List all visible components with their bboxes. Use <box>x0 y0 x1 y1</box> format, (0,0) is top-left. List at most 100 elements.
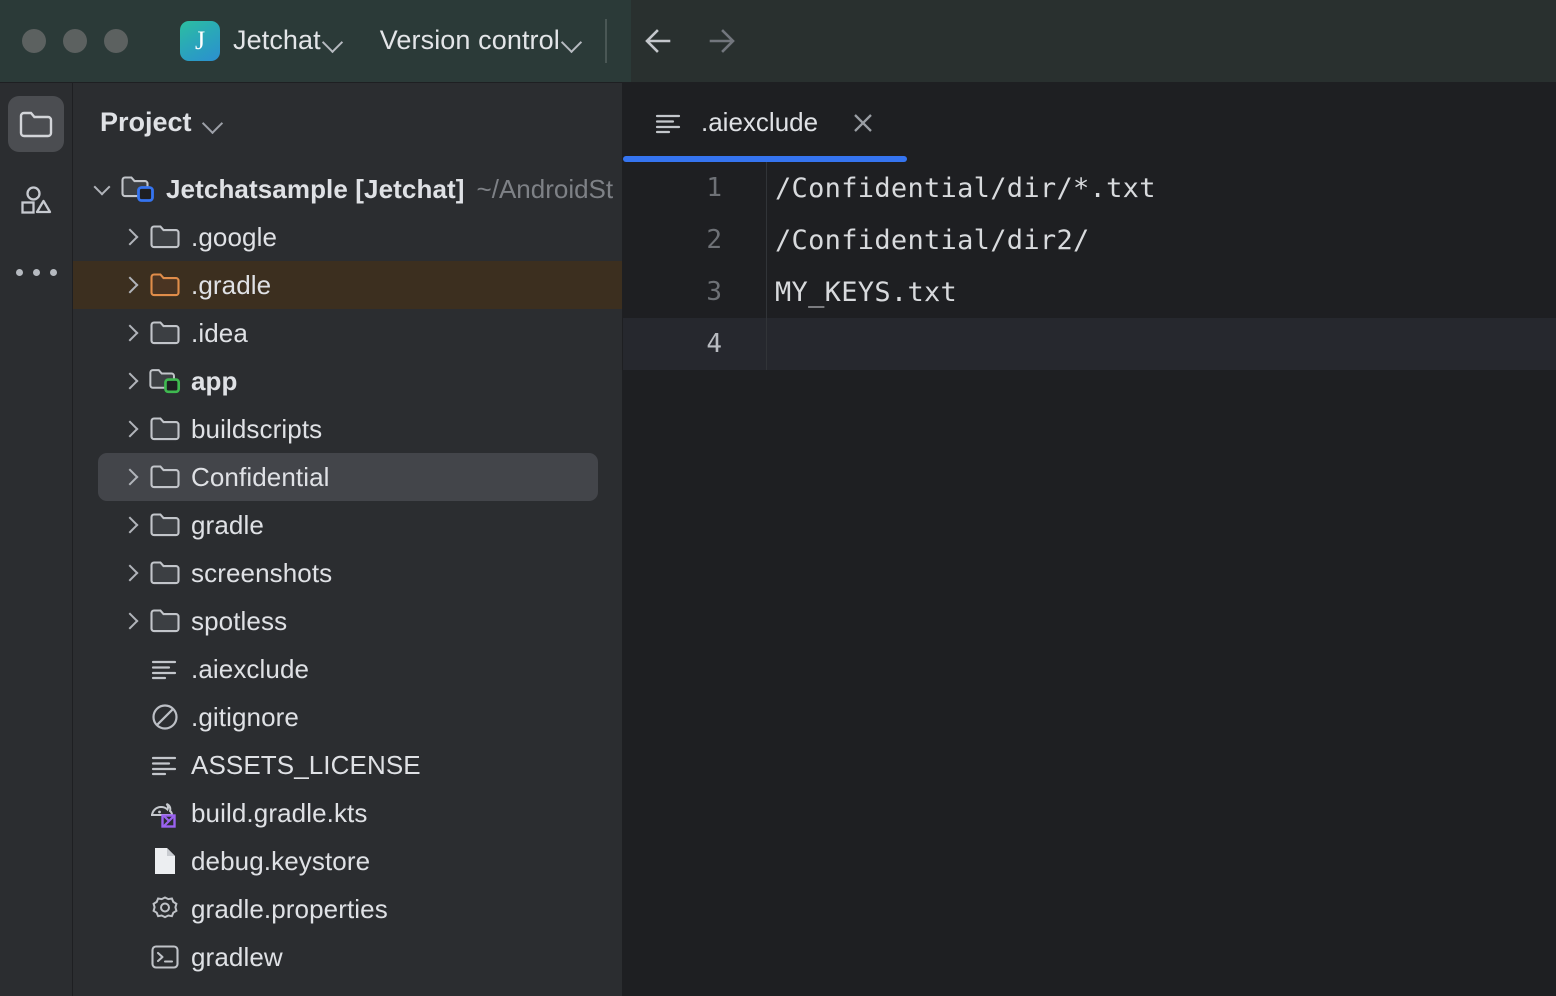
tree-node-screenshots[interactable]: screenshots <box>73 549 622 597</box>
navigate-back-button[interactable] <box>631 13 695 69</box>
project-panel-header[interactable]: Project <box>73 83 622 161</box>
chevron-glyph <box>121 517 138 534</box>
tree-node-spotless[interactable]: spotless <box>73 597 622 645</box>
chevron-right-icon[interactable] <box>116 270 146 300</box>
more-dots-icon <box>50 269 57 276</box>
tree-node-label: build.gradle.kts <box>191 798 367 829</box>
tree-node-label: gradle.properties <box>191 894 388 925</box>
navigate-forward-button[interactable] <box>695 13 759 69</box>
project-menu[interactable]: J Jetchat <box>166 18 350 64</box>
close-window-button[interactable] <box>22 29 46 53</box>
shell-script-icon <box>148 940 182 974</box>
title-bar-right <box>631 0 1556 82</box>
chevron-down-icon[interactable] <box>87 174 117 204</box>
line-number: 1 <box>623 162 766 214</box>
rail-button-project[interactable] <box>8 96 64 152</box>
tool-window-rail <box>0 83 72 996</box>
app-logo-letter: J <box>195 26 205 56</box>
folder-icon <box>148 220 182 254</box>
tree-node-google[interactable]: .google <box>73 213 622 261</box>
chevron-right-icon[interactable] <box>116 414 146 444</box>
editor-tab-aiexclude[interactable]: .aiexclude <box>623 83 907 162</box>
text-file-icon <box>653 107 685 139</box>
project-panel-title: Project <box>100 107 192 138</box>
chevron-right-icon[interactable] <box>116 558 146 588</box>
rail-button-structure[interactable] <box>8 172 64 228</box>
project-tool-window: Project Jetchatsample [Jetchat]~/Android… <box>73 83 622 996</box>
folder-icon <box>148 412 182 446</box>
folder-icon <box>148 508 182 542</box>
tree-node-gitignore[interactable]: .gitignore <box>73 693 622 741</box>
tree-node-gradle-properties[interactable]: gradle.properties <box>73 885 622 933</box>
properties-file-icon <box>148 892 182 926</box>
tree-node-label: .aiexclude <box>191 654 309 685</box>
code-line[interactable]: 3MY_KEYS.txt <box>623 266 1556 318</box>
tree-node-gradle[interactable]: gradle <box>73 501 622 549</box>
code-line-text: /Confidential/dir2/ <box>766 225 1090 256</box>
tree-node-label: debug.keystore <box>191 846 370 877</box>
toolbar-divider <box>605 19 607 63</box>
code-editor[interactable]: 1/Confidential/dir/*.txt2/Confidential/d… <box>623 162 1556 370</box>
line-number: 3 <box>623 266 766 318</box>
chevron-glyph <box>121 469 138 486</box>
tree-node-gradlew[interactable]: gradlew <box>73 933 622 981</box>
maximize-window-button[interactable] <box>104 29 128 53</box>
tree-node-buildscripts[interactable]: buildscripts <box>73 405 622 453</box>
folder-icon <box>148 556 182 590</box>
chevron-glyph <box>121 421 138 438</box>
tree-node-aiexclude[interactable]: .aiexclude <box>73 645 622 693</box>
more-dots-icon <box>16 269 23 276</box>
text-file-icon <box>148 748 182 782</box>
tree-node-debug-keystore[interactable]: debug.keystore <box>73 837 622 885</box>
ide-window: J Jetchat Version control <box>0 0 1556 996</box>
code-line[interactable]: 2/Confidential/dir2/ <box>623 214 1556 266</box>
window-controls[interactable] <box>22 29 128 53</box>
tree-node-label: gradlew <box>191 942 283 973</box>
tree-node-label: Confidential <box>191 462 330 493</box>
gutter-divider <box>766 266 767 318</box>
version-control-menu[interactable]: Version control <box>366 18 589 64</box>
chevron-right-icon[interactable] <box>116 222 146 252</box>
chevron-right-icon[interactable] <box>116 318 146 348</box>
tree-node-label: .gitignore <box>191 702 299 733</box>
chevron-right-icon[interactable] <box>116 366 146 396</box>
line-number: 4 <box>623 318 766 370</box>
tree-node-gradle[interactable]: .gradle <box>73 261 622 309</box>
ignore-file-icon <box>148 700 182 734</box>
tree-node-build-gradle-kts[interactable]: build.gradle.kts <box>73 789 622 837</box>
folder-icon <box>148 460 182 494</box>
tree-node-label: app <box>191 366 238 397</box>
app-logo-icon: J <box>180 21 220 61</box>
project-folder-icon <box>18 109 54 139</box>
tree-node-assets-license[interactable]: ASSETS_LICENSE <box>73 741 622 789</box>
project-name-label: Jetchat <box>233 25 321 56</box>
title-bar-left: J Jetchat Version control <box>0 0 631 82</box>
chevron-glyph <box>121 373 138 390</box>
tree-node-jetchatsample-jetchat[interactable]: Jetchatsample [Jetchat]~/AndroidSt <box>73 165 622 213</box>
minimize-window-button[interactable] <box>63 29 87 53</box>
code-line-text: /Confidential/dir/*.txt <box>766 173 1156 204</box>
line-number: 2 <box>623 214 766 266</box>
close-tab-button[interactable] <box>846 106 880 140</box>
chevron-right-icon[interactable] <box>116 606 146 636</box>
chevron-right-icon[interactable] <box>116 510 146 540</box>
chevron-right-icon[interactable] <box>116 462 146 492</box>
tree-node-label: buildscripts <box>191 414 322 445</box>
arrow-right-icon <box>705 25 749 57</box>
gutter-divider <box>766 214 767 266</box>
gutter-divider <box>766 318 767 370</box>
close-icon <box>850 110 876 136</box>
generic-file-icon <box>148 844 182 878</box>
tree-node-path: ~/AndroidSt <box>477 174 614 205</box>
code-line-text: MY_KEYS.txt <box>766 277 957 308</box>
chevron-glyph <box>121 277 138 294</box>
arrow-left-icon <box>641 25 685 57</box>
tree-node-app[interactable]: app <box>73 357 622 405</box>
tree-node-confidential[interactable]: Confidential <box>73 453 622 501</box>
rail-button-more[interactable] <box>16 252 57 292</box>
text-file-icon <box>148 652 182 686</box>
tree-node-idea[interactable]: .idea <box>73 309 622 357</box>
chevron-glyph <box>121 229 138 246</box>
code-line[interactable]: 4 <box>623 318 1556 370</box>
code-line[interactable]: 1/Confidential/dir/*.txt <box>623 162 1556 214</box>
